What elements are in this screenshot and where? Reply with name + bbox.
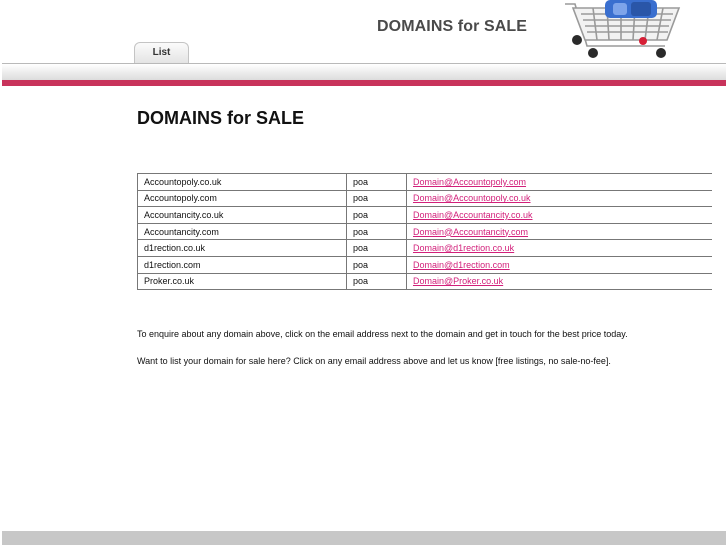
domain-contact-cell: Domain@Accountopoly.co.uk	[406, 189, 712, 208]
listing-text: Want to list your domain for sale here? …	[137, 356, 611, 366]
domain-contact-cell: Domain@Accountancity.co.uk	[406, 206, 712, 224]
domain-price: poa	[346, 272, 407, 291]
email-link[interactable]: Domain@Accountancity.co.uk	[413, 210, 533, 220]
shopping-cart-icon	[565, 0, 681, 58]
domain-price: poa	[346, 255, 407, 274]
domain-price: poa	[346, 206, 407, 224]
table-row: d1rection.co.uk poa Domain@d1rection.co.uk	[137, 239, 712, 257]
footer-bar	[2, 531, 726, 545]
domain-contact-cell: Domain@d1rection.co.uk	[406, 239, 712, 257]
domain-price: poa	[346, 222, 407, 241]
table-row: Accountopoly.com poa Domain@Accountopoly.c…	[137, 189, 712, 208]
domain-name: Accountancity.co.uk	[137, 206, 347, 224]
table-row: Accountancity.com poa Domain@Accountancity…	[137, 222, 712, 241]
domain-name: d1rection.com	[137, 255, 347, 274]
email-link[interactable]: Domain@Proker.co.uk	[413, 276, 503, 286]
site-title: DOMAINS for SALE	[377, 18, 528, 35]
domain-name: Accountopoly.com	[137, 189, 347, 208]
table-row: Proker.co.uk poa Domain@Proker.co.uk	[137, 272, 712, 291]
tab-list[interactable]: List	[134, 42, 189, 63]
email-link[interactable]: Domain@Accountopoly.com	[413, 177, 526, 187]
email-link[interactable]: Domain@d1rection.com	[413, 260, 510, 270]
domain-contact-cell: Domain@Accountancity.com	[406, 222, 712, 241]
page-title: DOMAINS for SALE	[137, 108, 305, 128]
enquiry-text: To enquire about any domain above, click…	[137, 329, 628, 339]
table-row: Accountancity.co.uk poa Domain@Accountanci…	[137, 206, 712, 224]
domain-price: poa	[346, 239, 407, 257]
table-row: Accountopoly.co.uk poa Domain@Accountopoly…	[137, 173, 712, 191]
domain-price: poa	[346, 189, 407, 208]
domain-name: Accountopoly.co.uk	[137, 173, 347, 191]
email-link[interactable]: Domain@Accountancity.com	[413, 227, 528, 237]
domain-price: poa	[346, 173, 407, 191]
accent-bar	[2, 80, 726, 86]
domain-name: d1rection.co.uk	[137, 239, 347, 257]
nav-bar	[2, 63, 726, 80]
domain-name: Proker.co.uk	[137, 272, 347, 291]
domains-table: Accountopoly.co.uk poa Domain@Accountopoly…	[137, 173, 712, 291]
domain-contact-cell: Domain@d1rection.com	[406, 255, 712, 274]
domain-name: Accountancity.com	[137, 222, 347, 241]
table-row: d1rection.com poa Domain@d1rection.com	[137, 255, 712, 274]
domain-contact-cell: Domain@Proker.co.uk	[406, 272, 712, 291]
email-link[interactable]: Domain@Accountopoly.co.uk	[413, 193, 531, 203]
domain-contact-cell: Domain@Accountopoly.com	[406, 173, 712, 191]
email-link[interactable]: Domain@d1rection.co.uk	[413, 243, 514, 253]
